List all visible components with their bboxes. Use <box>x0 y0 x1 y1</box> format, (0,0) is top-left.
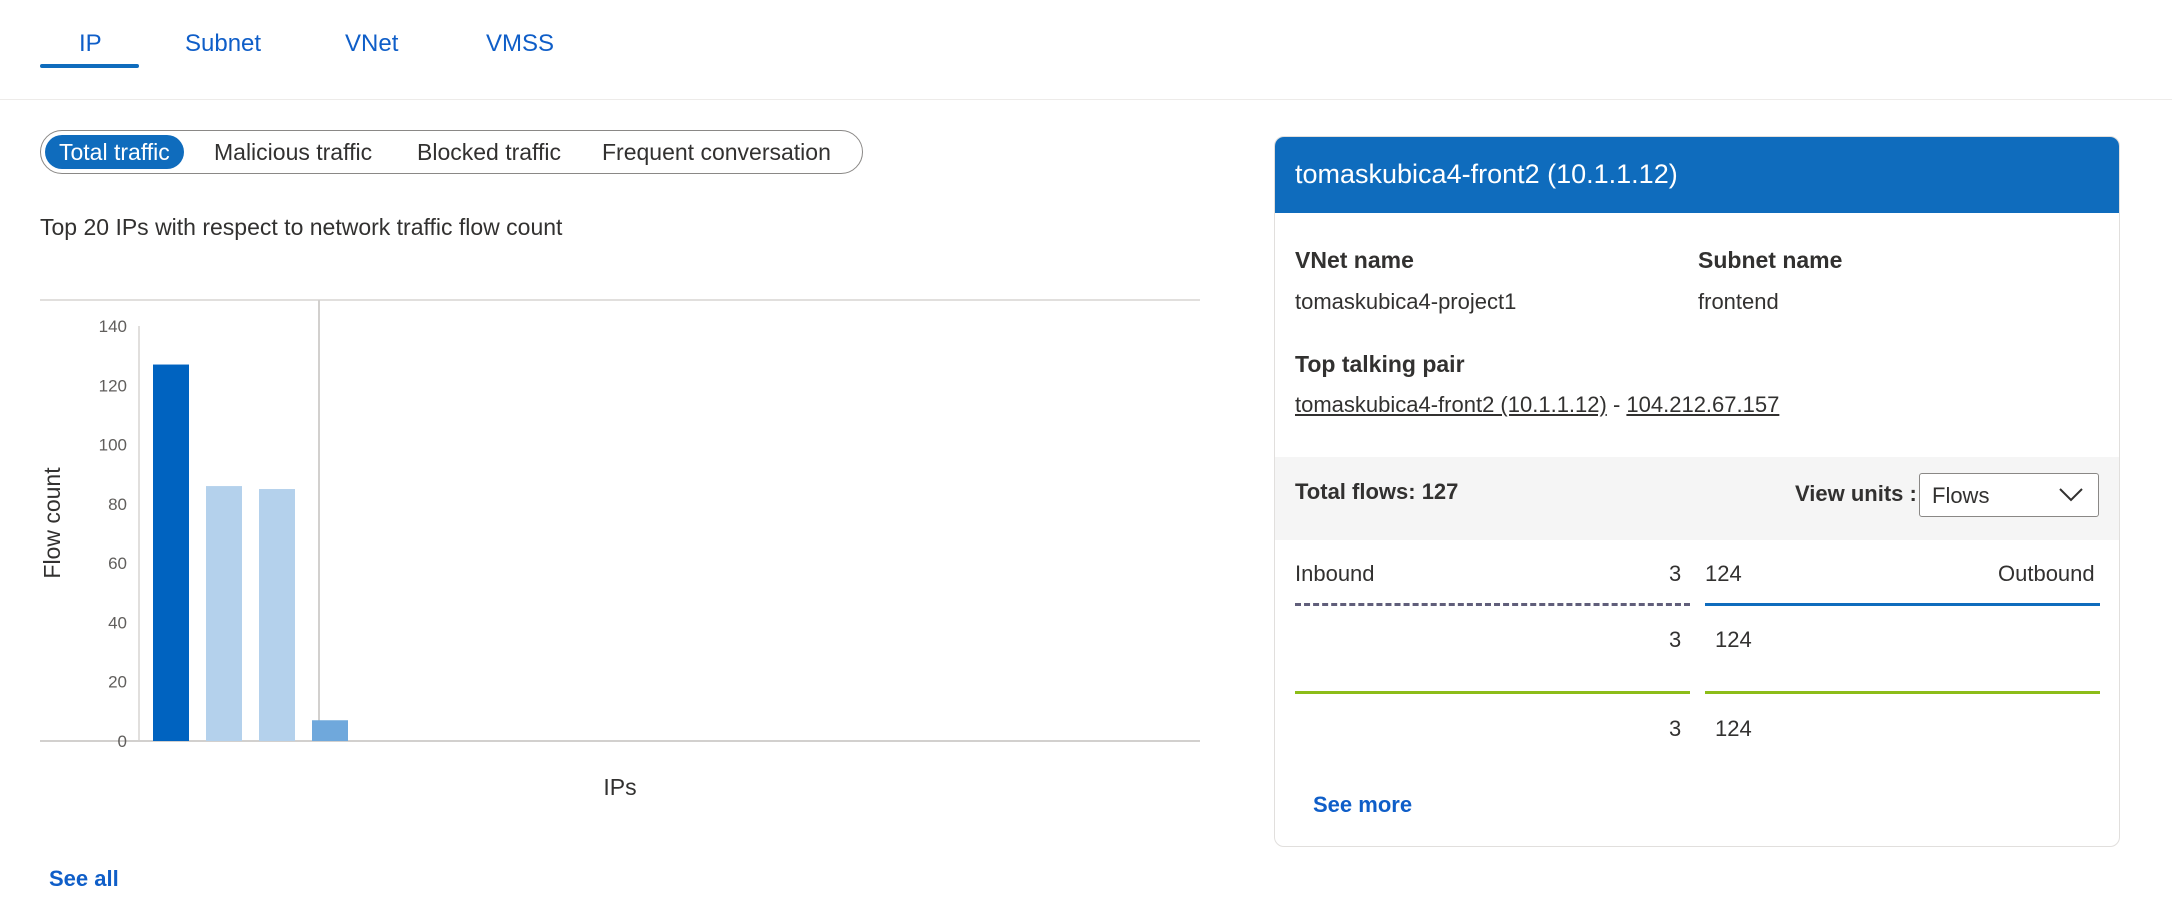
card-header: tomaskubica4-front2 (10.1.1.12) <box>1275 137 2119 213</box>
y-tick-label: 120 <box>99 376 127 395</box>
inbound-label: Inbound <box>1295 561 1375 586</box>
top-talking-pair: tomaskubica4-front2 (10.1.1.12) - 104.21… <box>1295 392 1779 418</box>
subnet-name-value: frontend <box>1698 289 1779 314</box>
view-units-dropdown[interactable]: Flows <box>1919 473 2099 517</box>
y-tick-label: 40 <box>108 613 127 632</box>
y-tick-label: 20 <box>108 673 127 692</box>
filter-malicious-traffic[interactable]: Malicious traffic <box>200 135 386 169</box>
traffic-filter-group: Total traffic Malicious traffic Blocked … <box>40 130 863 174</box>
pair-source-link[interactable]: tomaskubica4-front2 (10.1.1.12) <box>1295 392 1607 417</box>
pair-destination-link[interactable]: 104.212.67.157 <box>1626 392 1779 417</box>
outbound-line <box>1705 603 2100 606</box>
view-units-selected: Flows <box>1932 483 1990 508</box>
tabs-divider <box>0 99 2172 100</box>
ip-detail-card: tomaskubica4-front2 (10.1.1.12) VNet nam… <box>1274 136 2120 847</box>
bar-ip-4[interactable] <box>312 720 348 741</box>
tab-ip[interactable]: IP <box>79 28 102 60</box>
tab-vmss[interactable]: VMSS <box>486 28 554 60</box>
y-tick-labels: 0 20 40 60 80 100 120 140 <box>99 317 127 751</box>
inbound-value: 3 <box>1669 561 1682 586</box>
filter-frequent-conversation[interactable]: Frequent conversation <box>588 135 845 169</box>
top-talking-pair-label: Top talking pair <box>1295 351 1465 377</box>
chart-caption: Top 20 IPs with respect to network traff… <box>40 214 563 240</box>
inbound-line <box>1295 603 1690 606</box>
y-tick-label: 80 <box>108 495 127 514</box>
active-tab-indicator <box>40 64 139 68</box>
y-tick-label: 100 <box>99 436 127 455</box>
see-more-link[interactable]: See more <box>1313 792 1412 818</box>
total-flows: Total flows: 127 <box>1295 479 1459 504</box>
see-all-link[interactable]: See all <box>49 866 119 892</box>
outbound-label: Outbound <box>1998 561 2095 586</box>
bar-ip-3[interactable] <box>259 489 295 741</box>
chevron-down-icon <box>2059 488 2083 502</box>
flow-count-bar-chart: 0 20 40 60 80 100 120 140 Flow count IPs <box>40 299 1200 800</box>
y-tick-label: 0 <box>118 732 127 751</box>
row2-inbound: 3 <box>1669 716 1682 741</box>
x-axis-title: IPs <box>603 774 636 800</box>
filter-total-traffic[interactable]: Total traffic <box>45 135 184 169</box>
row2-outbound: 124 <box>1715 716 1752 741</box>
y-tick-label: 140 <box>99 317 127 336</box>
y-tick-label: 60 <box>108 554 127 573</box>
view-units-label: View units : <box>1795 481 1917 506</box>
bar-ip-1[interactable] <box>153 364 189 741</box>
row1-outbound-green-line <box>1705 691 2100 694</box>
row1-inbound: 3 <box>1669 627 1682 652</box>
tab-subnet[interactable]: Subnet <box>185 28 261 60</box>
bar-ip-2[interactable] <box>206 486 242 741</box>
y-axis-title: Flow count <box>40 467 65 579</box>
pair-separator: - <box>1606 392 1627 417</box>
vnet-name-label: VNet name <box>1295 247 1414 273</box>
vnet-name-value: tomaskubica4-project1 <box>1295 289 1517 314</box>
card-title: tomaskubica4-front2 (10.1.1.12) <box>1295 159 1678 189</box>
tab-vnet[interactable]: VNet <box>345 28 398 60</box>
subnet-name-label: Subnet name <box>1698 247 1843 273</box>
filter-blocked-traffic[interactable]: Blocked traffic <box>403 135 575 169</box>
row1-outbound: 124 <box>1715 627 1752 652</box>
row1-inbound-green-line <box>1295 691 1690 694</box>
outbound-value: 124 <box>1705 561 1742 586</box>
